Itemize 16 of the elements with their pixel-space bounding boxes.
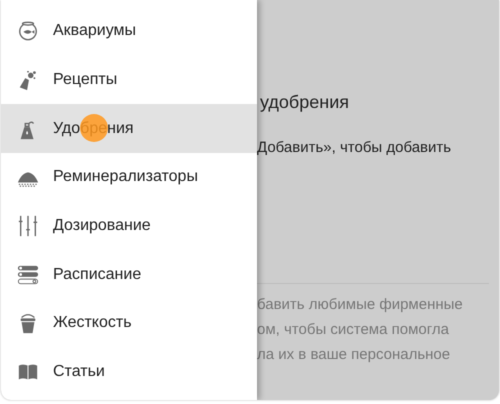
sliders-icon (17, 215, 39, 238)
drawer-item[interactable]: Аквариумы (1, 7, 257, 56)
description-line: бавить любимые фирменные (257, 295, 463, 315)
drawer-item[interactable]: Дозирование (1, 202, 257, 250)
drawer-item[interactable]: Статьи (1, 348, 257, 396)
description-line: ом, чтобы система помогла (257, 320, 449, 340)
description-line: ла их в ваше персональное (257, 345, 450, 365)
drawer-item[interactable]: Жесткость (1, 299, 257, 348)
drawer-item[interactable]: Расписание (1, 250, 257, 300)
drawer-item[interactable]: Рецепты (1, 56, 257, 104)
fishbowl-icon (17, 20, 39, 42)
schedule-icon (17, 264, 39, 286)
page-title: удобрения (260, 92, 349, 113)
empty-hint: Добавить», чтобы добавить (257, 139, 452, 156)
drawer-item[interactable]: Реминерализаторы (1, 153, 257, 202)
flask-icon (17, 69, 39, 92)
